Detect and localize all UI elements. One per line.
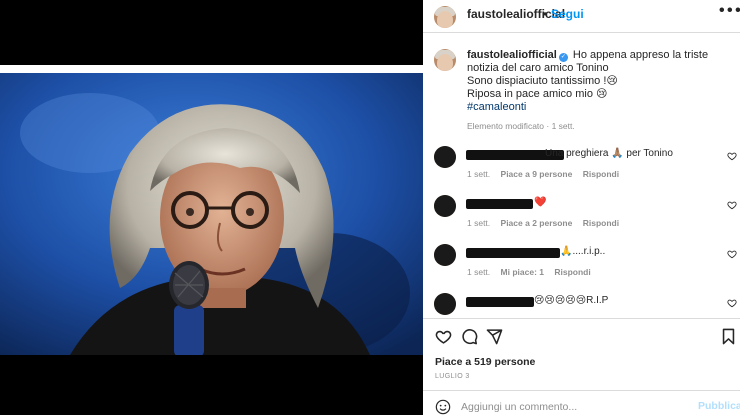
post-media <box>0 0 423 415</box>
comment-icon[interactable] <box>461 328 478 345</box>
post-actions <box>423 328 740 350</box>
heart-small-icon[interactable] <box>727 151 737 161</box>
commenter-avatar[interactable] <box>434 244 456 266</box>
caption-username[interactable]: faustolealiofficial <box>467 49 557 61</box>
publish-button[interactable]: Pubblica <box>698 400 740 412</box>
header-separator: • <box>543 7 548 21</box>
comments-divider <box>423 318 740 319</box>
composer-divider <box>423 390 740 391</box>
comment-composer: Pubblica <box>423 395 740 415</box>
emoji-icon[interactable] <box>435 399 451 415</box>
comment-item: 😢😢😢😢😢R.I.P <box>423 293 740 317</box>
author-avatar[interactable] <box>434 6 456 28</box>
comment-text: 😢😢😢😢😢R.I.P <box>534 295 609 306</box>
header-divider <box>423 32 740 33</box>
caption-avatar[interactable] <box>434 49 456 71</box>
heart-small-icon[interactable] <box>727 249 737 259</box>
comment-input[interactable] <box>461 399 691 414</box>
heart-small-icon[interactable] <box>727 298 737 308</box>
media-top-band <box>0 65 423 73</box>
like-icon[interactable] <box>435 328 452 345</box>
follow-button[interactable]: Segui <box>551 7 584 21</box>
commenter-avatar[interactable] <box>434 195 456 217</box>
caption-text: faustolealiofficial ✓ Ho appena appreso l… <box>467 49 732 114</box>
comment-likes[interactable]: Mi piace: 1 <box>501 267 544 277</box>
singer-photo-illustration <box>0 73 423 355</box>
caption-meta: Elemento modificato · 1 sett. <box>467 121 575 131</box>
comment-reply-button[interactable]: Rispondi <box>554 267 590 277</box>
ellipsis-icon[interactable]: • • • <box>719 2 740 20</box>
post-photo[interactable] <box>0 73 423 355</box>
likes-count[interactable]: Piace a 519 persone <box>435 356 535 368</box>
comment-reply-button[interactable]: Rispondi <box>583 169 619 179</box>
commenter-username-redacted <box>466 248 560 258</box>
comment-text: 🙏....r.i.p.. <box>560 246 606 257</box>
post-side-panel: faustolealiofficial • Segui • • • fausto… <box>423 0 740 415</box>
comment-likes[interactable]: Piace a 2 persone <box>501 218 573 228</box>
commenter-avatar[interactable] <box>434 293 456 315</box>
comment-text: Una preghiera 🙏🏽 per Tonino <box>545 148 673 159</box>
comment-time: 1 sett. <box>467 218 491 228</box>
commenter-username-redacted <box>466 297 534 307</box>
caption-hashtag[interactable]: #camaleonti <box>467 101 526 113</box>
post-date[interactable]: LUGLIO 3 <box>435 373 470 380</box>
comment-likes[interactable]: Piace a 9 persone <box>501 169 573 179</box>
verified-badge-icon: ✓ <box>558 53 568 62</box>
comment-item: Una preghiera 🙏🏽 per Tonino 1 sett. Piac… <box>423 146 740 186</box>
comment-text: ❤️ <box>534 197 547 208</box>
comment-item: ❤️ 1 sett. Piace a 2 persone Rispondi <box>423 195 740 235</box>
comment-time: 1 sett. <box>467 169 491 179</box>
caption-line-2: Sono dispiaciuto tantissimo !😢 <box>467 75 618 87</box>
heart-small-icon[interactable] <box>727 200 737 210</box>
comment-reply-button[interactable]: Rispondi <box>583 218 619 228</box>
post-header: faustolealiofficial • Segui • • • <box>423 0 740 32</box>
comment-time: 1 sett. <box>467 267 491 277</box>
comment-meta: 1 sett. Piace a 2 persone Rispondi <box>467 218 627 228</box>
comment-item: 🙏....r.i.p.. 1 sett. Mi piace: 1 Rispond… <box>423 244 740 284</box>
commenter-avatar[interactable] <box>434 146 456 168</box>
save-icon[interactable] <box>721 328 736 345</box>
caption-line-3: Riposa in pace amico mio 😢 <box>467 88 608 100</box>
commenter-username-redacted <box>466 199 533 209</box>
comment-meta: 1 sett. Mi piace: 1 Rispondi <box>467 267 599 277</box>
share-icon[interactable] <box>486 328 503 345</box>
comment-meta: 1 sett. Piace a 9 persone Rispondi <box>467 169 627 179</box>
